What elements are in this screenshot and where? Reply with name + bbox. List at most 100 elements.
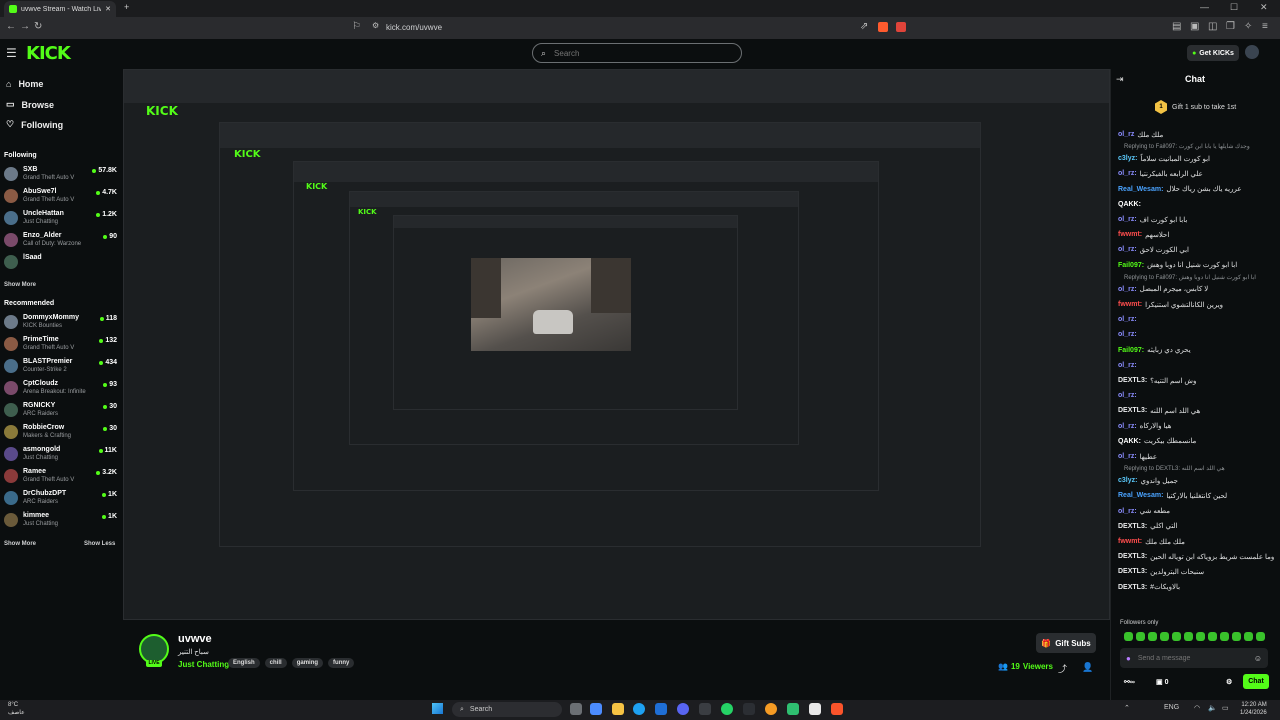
notepad-icon[interactable] xyxy=(809,703,821,715)
chat-username[interactable]: ol_rz: xyxy=(1118,362,1137,369)
copilot-icon[interactable] xyxy=(590,703,602,715)
chat-username[interactable]: DEXTL3: xyxy=(1118,407,1147,414)
sidebar-item-browse[interactable]: ▭ Browse xyxy=(6,99,54,110)
obs-icon[interactable] xyxy=(743,703,755,715)
chat-message[interactable]: ol_rz: xyxy=(1118,313,1274,326)
chat-message[interactable]: DEXTL3: #بالاويكات xyxy=(1118,581,1274,594)
chat-message[interactable]: DEXTL3: التي اكلي xyxy=(1118,520,1274,533)
reload-icon[interactable]: ↻ xyxy=(34,21,42,32)
bookmark-icon[interactable]: ⚐ xyxy=(352,21,361,32)
chat-message[interactable]: ol_rz: هيا والاركاه xyxy=(1118,420,1274,433)
chat-message[interactable]: DEXTL3: هي اللد اسم اللنه xyxy=(1118,404,1274,417)
emoji-icon[interactable]: ☺ xyxy=(1254,654,1262,663)
chat-username[interactable]: Real_Wesam: xyxy=(1118,186,1163,193)
chat-message[interactable]: Real_Wesam: لحين كانتغلنيا بالاركتيا xyxy=(1118,489,1274,502)
emote-icon[interactable] xyxy=(1256,632,1265,641)
send-chat-button[interactable]: Chat xyxy=(1243,674,1269,689)
chat-message[interactable]: ol_rz: xyxy=(1118,359,1274,372)
chat-username[interactable]: ol_rz: xyxy=(1118,316,1137,323)
emote-icon[interactable] xyxy=(1124,632,1133,641)
chat-message[interactable]: ol_rz ملك ملك xyxy=(1118,128,1274,141)
taskbar-clock[interactable]: 12:20 AM 1/24/2026 xyxy=(1240,701,1267,717)
chat-message[interactable]: ol_rz: لا كابس، ميجرم المبصل xyxy=(1118,283,1274,296)
emote-icon[interactable] xyxy=(1148,632,1157,641)
chat-username[interactable]: ol_rz: xyxy=(1118,453,1137,460)
chat-username[interactable]: fwwmt: xyxy=(1118,301,1142,308)
wallet-icon[interactable]: ▣ xyxy=(1190,21,1199,32)
sidebar-channel[interactable]: Ramee Grand Theft Auto V 3.2K xyxy=(4,466,117,486)
forward-icon[interactable]: → xyxy=(20,21,30,32)
windows-start-icon[interactable] xyxy=(432,703,443,714)
task-view-icon[interactable] xyxy=(570,703,582,715)
follow-icon[interactable]: 👤 xyxy=(1082,662,1093,673)
chat-message[interactable]: Fail097: يحري دي زبايثه xyxy=(1118,344,1274,357)
sidebar-channel[interactable]: kimmee Just Chatting 1K xyxy=(4,510,117,530)
chat-username[interactable]: fwwmt: xyxy=(1118,538,1142,545)
chat-username[interactable]: ol_rz: xyxy=(1118,286,1137,293)
sidebar-channel[interactable]: CptCloudz Arena Breakout: Infinite 93 xyxy=(4,378,117,398)
chat-message[interactable]: ol_rz: xyxy=(1118,389,1274,402)
emote-icon[interactable] xyxy=(1196,632,1205,641)
browser-tab[interactable]: uvwve Stream - Watch Live on K ✕ xyxy=(4,1,116,17)
emote-icon[interactable] xyxy=(1172,632,1181,641)
sidebar-channel[interactable]: DommyxMommy KICK Bounties 118 xyxy=(4,312,117,332)
chat-message[interactable]: Fail097: ابا ابو كورت شنيل انا دوبا وهش xyxy=(1118,259,1274,272)
volume-icon[interactable]: 🔈 xyxy=(1208,704,1217,712)
chat-username[interactable]: DEXTL3: xyxy=(1118,523,1147,530)
chat-message[interactable]: DEXTL3: سنبحات البترولدين xyxy=(1118,565,1274,578)
tag[interactable]: funny xyxy=(328,658,355,668)
chat-message[interactable]: QAKK: xyxy=(1118,198,1274,211)
chat-username[interactable]: ol_rz xyxy=(1118,131,1134,138)
maximize-icon[interactable]: ☐ xyxy=(1230,2,1238,13)
chat-message[interactable]: ol_rz: عطيها xyxy=(1118,450,1274,463)
whatsapp-icon[interactable] xyxy=(721,703,733,715)
chat-message[interactable]: ol_rz: مطعه شي xyxy=(1118,505,1274,518)
sidebar-channel[interactable]: RobbieCrow Makers & Crafting 30 xyxy=(4,422,117,442)
following-show-more[interactable]: Show More xyxy=(4,282,36,288)
sidebar-channel[interactable]: UncleHattan Just Chatting 1.2K xyxy=(4,208,117,228)
chat-username[interactable]: Fail097: xyxy=(1118,347,1144,354)
hamburger-icon[interactable]: ☰ xyxy=(6,46,17,60)
file-explorer-icon[interactable] xyxy=(612,703,624,715)
sidebar-toggle-icon[interactable]: ▤ xyxy=(1172,21,1181,32)
chat-username[interactable]: ol_rz: xyxy=(1118,423,1137,430)
chat-username[interactable]: c3lyz: xyxy=(1118,155,1137,162)
url-field[interactable]: kick.com/uvwve xyxy=(386,21,926,35)
chat-username[interactable]: ol_rz: xyxy=(1118,392,1137,399)
chat-username[interactable]: ol_rz: xyxy=(1118,216,1137,223)
search-bar[interactable]: ⌕ xyxy=(532,43,742,63)
emote-icon[interactable] xyxy=(1160,632,1169,641)
language-indicator[interactable]: ENG xyxy=(1164,704,1179,711)
chat-message[interactable]: ol_rz: بابا ابو كورت اف xyxy=(1118,213,1274,226)
emote-icon[interactable] xyxy=(1244,632,1253,641)
chat-username[interactable]: DEXTL3: xyxy=(1118,553,1147,560)
channel-name[interactable]: uvwve xyxy=(178,633,212,645)
tag[interactable]: English xyxy=(228,658,260,668)
sidebar-item-home[interactable]: ⌂ Home xyxy=(6,79,43,89)
app-icon[interactable] xyxy=(699,703,711,715)
outlook-icon[interactable] xyxy=(655,703,667,715)
chat-settings-icon[interactable]: ⚙ xyxy=(1226,678,1232,686)
chat-username[interactable]: ol_rz: xyxy=(1118,170,1137,177)
discord-icon[interactable] xyxy=(677,703,689,715)
emote-icon[interactable] xyxy=(1232,632,1241,641)
extensions-icon[interactable]: ✧ xyxy=(1244,21,1252,32)
chat-username[interactable]: DEXTL3: xyxy=(1118,377,1147,384)
recommended-show-less[interactable]: Show Less xyxy=(84,541,115,547)
chat-message[interactable]: c3lyz: ابو كورت المبانيت سلاماً xyxy=(1118,152,1274,165)
sidebar-channel[interactable]: BLASTPremier Counter-Strike 2 434 xyxy=(4,356,117,376)
sidebar-channel[interactable]: asmongold Just Chatting 11K xyxy=(4,444,117,464)
chat-message[interactable]: QAKK: مانسمطك بيكريت xyxy=(1118,435,1274,448)
sidebar-channel[interactable]: RGNICKY ARC Raiders 30 xyxy=(4,400,117,420)
chat-message[interactable]: ol_rz: ابي الكورت لاحق xyxy=(1118,243,1274,256)
chat-username[interactable]: ol_rz: xyxy=(1118,246,1137,253)
app3-icon[interactable] xyxy=(787,703,799,715)
get-kicks-button[interactable]: ● Get KICKs xyxy=(1187,45,1239,61)
sidebar-channel[interactable]: PrimeTime Grand Theft Auto V 132 xyxy=(4,334,117,354)
brave-shield-icon[interactable] xyxy=(878,22,888,32)
chat-username[interactable]: Real_Wesam: xyxy=(1118,492,1163,499)
tag[interactable]: chill xyxy=(264,658,287,668)
chat-username[interactable]: ol_rz: xyxy=(1118,331,1137,338)
edge-icon[interactable] xyxy=(633,703,645,715)
emote-icon[interactable] xyxy=(1184,632,1193,641)
